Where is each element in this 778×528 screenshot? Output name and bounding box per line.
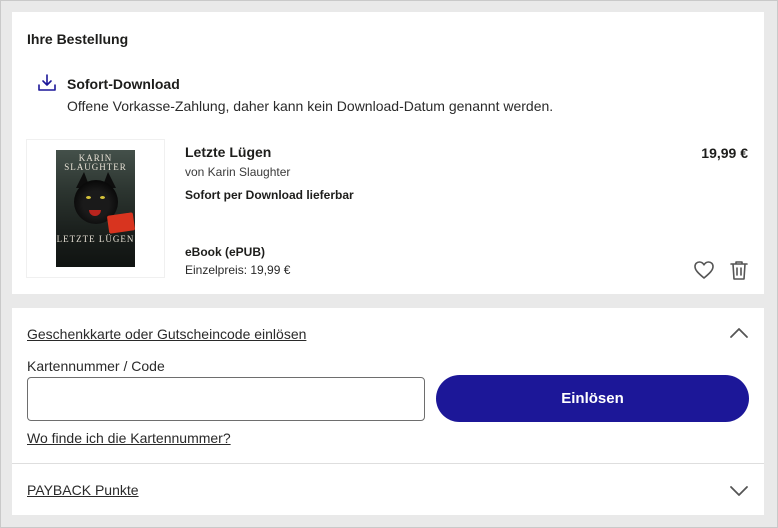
chevron-up-icon[interactable] [728,326,750,340]
card-number-label: Kartennummer / Code [27,358,165,374]
product-format: eBook (ePUB) [185,245,266,259]
cover-sticker [106,212,135,234]
product-title[interactable]: Letzte Lügen [185,144,271,160]
redeem-button[interactable]: Einlösen [436,375,749,422]
cover-author: KARIN SLAUGHTER [64,153,127,172]
heart-icon[interactable] [693,259,715,281]
download-note: Offene Vorkasse-Zahlung, daher kann kein… [67,98,554,114]
section-divider [12,463,764,464]
cover-title: LETZTE LÜGEN [56,234,135,244]
download-heading: Sofort-Download [67,76,180,92]
product-image[interactable]: KARIN SLAUGHTER LETZTE LÜGEN [27,140,164,277]
product-author: von Karin Slaughter [185,165,291,179]
cover-cat-eye-left [86,196,91,199]
availability-status: Sofort per Download lieferbar [185,188,354,202]
line-total-price: 19,99 € [701,145,748,161]
voucher-toggle-link[interactable]: Geschenkkarte oder Gutscheincode einlöse… [27,326,306,342]
unit-price: Einzelpreis: 19,99 € [185,263,291,277]
chevron-down-icon[interactable] [728,484,750,498]
voucher-card: Geschenkkarte oder Gutscheincode einlöse… [12,308,764,515]
download-icon [38,74,56,91]
payback-link[interactable]: PAYBACK Punkte [27,482,139,498]
card-number-help-link[interactable]: Wo finde ich die Kartennummer? [27,430,231,446]
trash-icon[interactable] [729,259,749,281]
order-card: Ihre Bestellung Sofort-Download Offene V… [12,12,764,294]
cover-cat-eye-right [100,196,105,199]
order-title: Ihre Bestellung [27,31,129,47]
card-number-input[interactable] [27,377,425,421]
book-cover: KARIN SLAUGHTER LETZTE LÜGEN [56,150,135,267]
